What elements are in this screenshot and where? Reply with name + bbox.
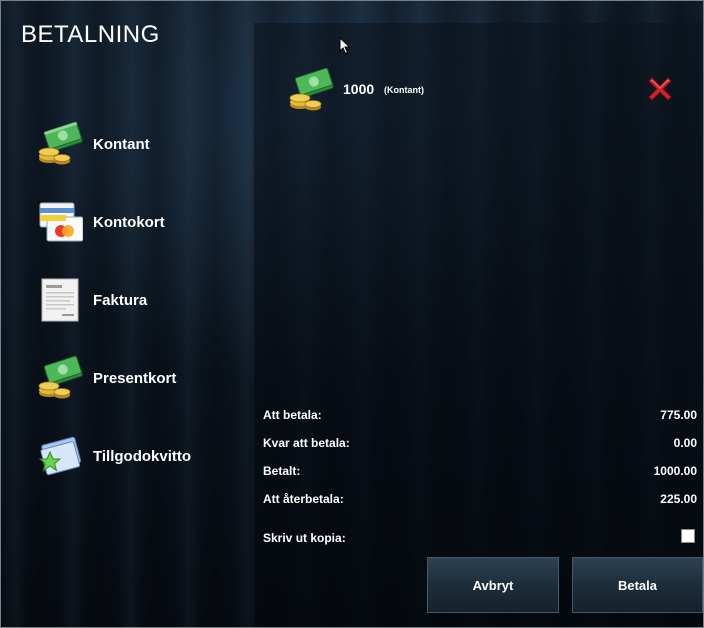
payment-entry: 1000 (Kontant)	[288, 67, 678, 111]
payment-method-invoice[interactable]: Faktura	[37, 275, 147, 325]
close-icon	[648, 77, 672, 101]
cancel-button[interactable]: Avbryt	[427, 557, 559, 613]
gift-card-icon	[37, 355, 83, 401]
cash-icon	[37, 121, 83, 167]
remove-payment-button[interactable]	[644, 73, 676, 105]
page-title: BETALNING	[21, 21, 160, 48]
payment-method-gift-card[interactable]: Presentkort	[37, 353, 176, 403]
to-pay-label: Att betala:	[263, 408, 322, 422]
change-value: 225.00	[660, 492, 697, 506]
payment-method-label: Tillgodokvitto	[93, 447, 192, 465]
payment-method-label: Kontant	[93, 135, 150, 153]
mouse-cursor-icon	[339, 36, 351, 60]
payment-method-tag: (Kontant)	[384, 85, 424, 95]
payment-method-label: Kontokort	[93, 213, 165, 231]
pay-button[interactable]: Betala	[572, 557, 703, 613]
remaining-label: Kvar att betala:	[263, 436, 350, 450]
payment-method-label: Presentkort	[93, 369, 177, 387]
remaining-value: 0.00	[673, 436, 697, 450]
credit-note-icon	[37, 433, 83, 479]
credit-card-icon	[37, 199, 84, 245]
payment-method-credit-note[interactable]: Tillgodokvitto	[37, 431, 191, 481]
payment-window: BETALNING Kontant Kontokort Faktura Pres…	[0, 0, 704, 628]
change-label: Att återbetala:	[263, 492, 344, 506]
paid-value: 1000.00	[653, 464, 697, 478]
print-copy-checkbox[interactable]	[681, 529, 695, 543]
paid-label: Betalt:	[263, 464, 301, 478]
payment-method-card[interactable]: Kontokort	[37, 197, 165, 247]
payment-method-cash[interactable]: Kontant	[37, 119, 150, 169]
to-pay-value: 775.00	[660, 408, 697, 422]
cash-icon	[288, 67, 334, 113]
payment-method-label: Faktura	[93, 291, 148, 309]
print-copy-label: Skriv ut kopia:	[263, 531, 346, 545]
invoice-icon	[37, 277, 83, 323]
payment-amount: 1000	[343, 81, 375, 97]
